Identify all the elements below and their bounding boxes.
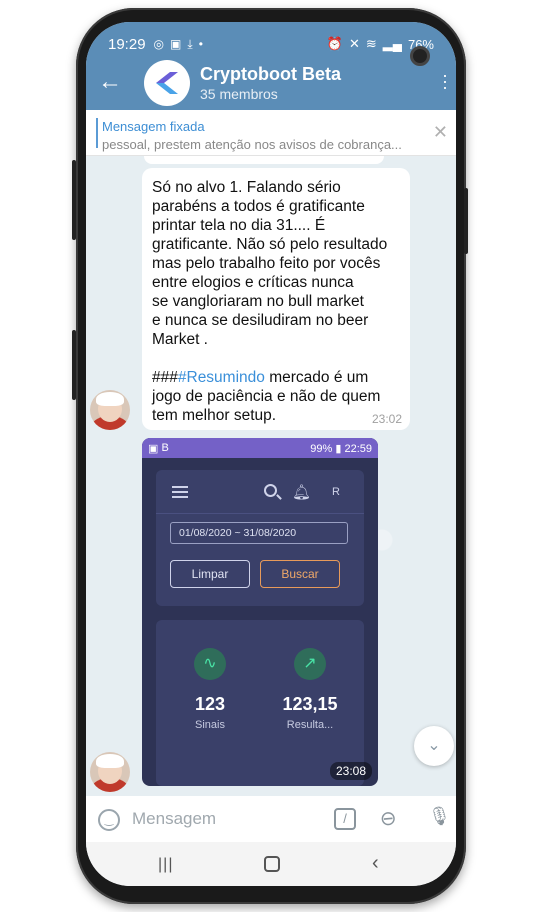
sender-avatar[interactable] [90, 390, 130, 430]
search-icon [264, 484, 277, 497]
message-text: Só no alvo 1. Falando sério parabéns a t… [152, 178, 400, 425]
stat-resultado: ↗ 123,15 Resulta... [270, 648, 350, 731]
screenshot-stats-card: ∿ 123 Sinais ↗ 123,15 Resulta... [156, 620, 364, 786]
message-input-bar: ‿ / ⊘ 🎙︎ [86, 796, 456, 842]
dot-icon: • [198, 37, 203, 51]
hashtag-link[interactable]: #Resumindo [178, 369, 265, 386]
sender-avatar[interactable] [90, 752, 130, 792]
image-message-time: 23:08 [329, 762, 372, 780]
side-button [72, 330, 76, 400]
pinned-message[interactable]: Mensagem fixada pessoal, prestem atenção… [86, 110, 456, 156]
more-menu-icon[interactable]: · · · [442, 66, 448, 96]
recent-apps-icon[interactable]: ||| [158, 856, 173, 874]
close-icon[interactable]: ✕ [433, 122, 448, 143]
stat-sinais-value: 123 [194, 694, 226, 714]
screenshot-status-right: 99% ▮ 22:59 [310, 442, 372, 455]
message-time: 23:02 [371, 412, 402, 426]
signal-icon: ▂▄ [382, 36, 402, 51]
home-icon[interactable] [264, 856, 280, 872]
mute-icon: ✕ [348, 36, 360, 51]
screenshot-buscar-button: Buscar [260, 560, 340, 588]
chat-header: 19:29 ◎ ▣ ⤓ • ⏰ ✕ ≋ ▂▄ 76% ← Cryptoboot … [86, 22, 456, 110]
alarm-icon: ⏰ [326, 36, 343, 51]
bot-command-icon[interactable]: / [334, 808, 356, 830]
screenshot-user-initial: R [332, 486, 340, 498]
screenshot-limpar-button: Limpar [170, 560, 250, 588]
volume-button [72, 160, 76, 240]
members-count: 35 membros [200, 86, 278, 102]
screenshot-status-left: B [161, 442, 169, 454]
whatsapp-icon: ◎ [153, 37, 165, 51]
hamburger-icon [172, 486, 188, 498]
pinned-title: Mensagem fixada [102, 119, 205, 134]
screenshot-topbar: 🔔︎ R [156, 470, 364, 514]
message-text-before: Só no alvo 1. Falando sério parabéns a t… [152, 179, 388, 386]
trending-up-icon: ↗ [294, 648, 326, 680]
stat-resultado-value: 123,15 [282, 694, 338, 714]
download-icon: ⤓ [187, 36, 193, 51]
message-bubble[interactable]: Só no alvo 1. Falando sério parabéns a t… [142, 168, 410, 430]
chat-title[interactable]: Cryptoboot Beta [200, 64, 341, 85]
front-camera [410, 46, 430, 66]
screenshot-filter-card: 🔔︎ R 01/08/2020 ~ 31/08/2020 Limpar Busc… [156, 470, 364, 606]
pinned-text: pessoal, prestem atenção nos avisos de c… [102, 137, 402, 152]
chat-area[interactable]: Só no alvo 1. Falando sério parabéns a t… [86, 156, 456, 796]
screenshot-date-range: 01/08/2020 ~ 31/08/2020 [170, 522, 348, 544]
phone-screen: 19:29 ◎ ▣ ⤓ • ⏰ ✕ ≋ ▂▄ 76% ← Cryptoboot … [86, 22, 456, 886]
activity-icon: ∿ [194, 648, 226, 680]
status-time: 19:29 [108, 35, 146, 53]
screenshot-status-bar: ▣ B 99% ▮ 22:59 [142, 438, 378, 458]
cryptoboot-logo-icon [156, 72, 178, 94]
previous-message-bubble [144, 156, 384, 164]
nav-back-icon[interactable]: ‹ [372, 852, 379, 875]
attach-icon[interactable]: ⊘ [374, 804, 403, 834]
gallery-icon: ▣ [170, 37, 182, 51]
group-avatar[interactable] [144, 60, 190, 106]
wifi-icon: ≋ [365, 36, 377, 51]
microphone-icon[interactable]: 🎙︎ [428, 806, 451, 827]
stat-resultado-label: Resulta... [286, 719, 334, 731]
status-bar: 19:29 ◎ ▣ ⤓ • ⏰ ✕ ≋ ▂▄ 76% [108, 34, 434, 54]
bell-icon: 🔔︎ [292, 484, 312, 501]
stat-sinais: ∿ 123 Sinais [170, 648, 250, 731]
stat-sinais-label: Sinais [195, 719, 225, 731]
emoji-icon[interactable]: ‿ [98, 809, 120, 831]
back-arrow-icon[interactable]: ← [98, 68, 126, 96]
pinned-bar [96, 118, 98, 148]
screenshot-gallery-icon: ▣ [148, 442, 162, 455]
message-input[interactable] [132, 806, 322, 832]
power-button [464, 188, 468, 254]
system-nav-bar: ||| ‹ [86, 842, 456, 886]
image-message[interactable]: ▣ B 99% ▮ 22:59 🔔︎ R 01/08/2020 ~ 31/08/… [142, 438, 378, 786]
scroll-down-button[interactable]: ⌄ [414, 726, 454, 766]
